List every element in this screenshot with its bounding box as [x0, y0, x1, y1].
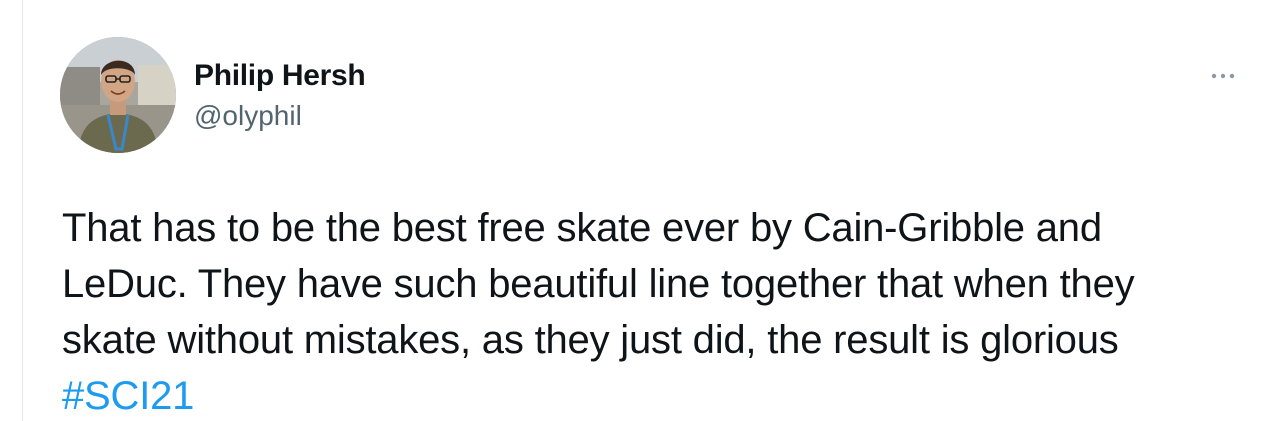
tweet-text-line: LeDuc. They have such beautiful line tog… — [62, 262, 1135, 306]
avatar[interactable] — [60, 37, 176, 153]
author-info: Philip Hersh @olyphil — [194, 58, 366, 132]
profile-photo-icon — [60, 37, 176, 153]
tweet-text-line: skate without mistakes, as they just did… — [62, 318, 1119, 362]
tweet-text: That has to be the best free skate ever … — [62, 200, 1262, 421]
more-options-button[interactable] — [1206, 66, 1246, 86]
more-icon — [1211, 73, 1235, 79]
author-name[interactable]: Philip Hersh — [194, 58, 366, 94]
hashtag-link[interactable]: #SCI21 — [62, 374, 194, 418]
author-handle[interactable]: @olyphil — [194, 100, 365, 132]
tweet-card: Philip Hersh @olyphil That has to be the… — [0, 0, 1280, 421]
tweet-text-line: That has to be the best free skate ever … — [62, 206, 1102, 250]
divider — [22, 0, 23, 421]
